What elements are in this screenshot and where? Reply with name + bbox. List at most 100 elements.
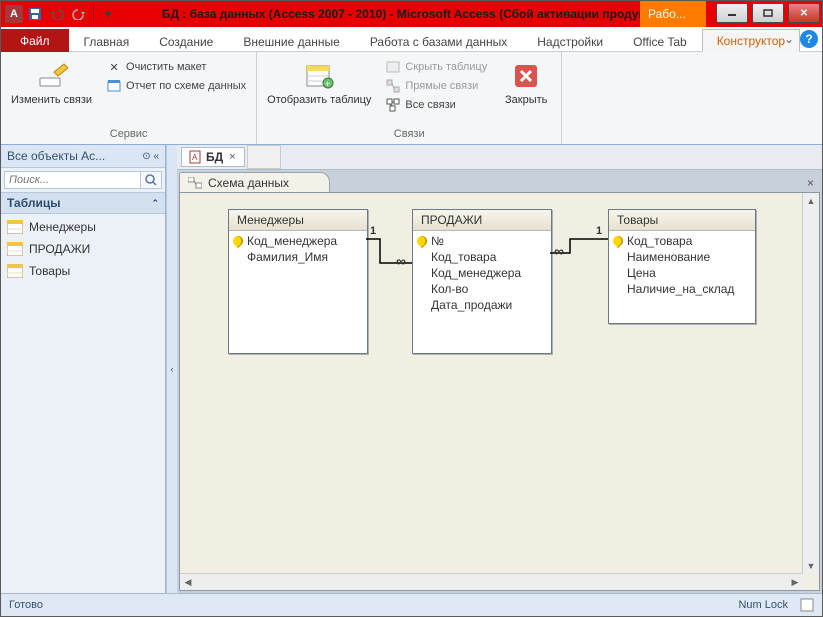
field-managers-id[interactable]: Код_менеджера [229,233,367,249]
field-label: Дата_продажи [431,298,512,312]
cardinality-one: 1 [370,225,376,237]
app-window: A ▾ БД : база данных (Access 2007 - 2010… [0,0,823,617]
quick-access-toolbar: A ▾ [1,1,118,27]
tab-external-data[interactable]: Внешние данные [228,30,355,52]
search-input[interactable] [4,171,141,189]
scroll-up-icon[interactable]: ▲ [803,193,819,209]
object-tab-label: Схема данных [208,176,289,190]
all-relations-label: Все связи [405,99,455,111]
document-tab-label: БД [206,150,223,164]
field-sales-qty[interactable]: Кол-во [413,281,551,297]
table-title[interactable]: Менеджеры [229,210,367,231]
document-tab-new[interactable] [247,145,281,169]
schema-report-icon [106,78,122,94]
undo-icon[interactable] [47,4,67,24]
field-goods-stock[interactable]: Наличие_на_склад [609,281,755,297]
field-label: Наименование [627,250,710,264]
clear-layout-icon: ✕ [106,59,122,75]
field-label: Цена [627,266,656,280]
view-shortcuts[interactable] [800,598,814,612]
hide-table-button: Скрыть таблицу [381,58,491,76]
scroll-right-icon[interactable]: ▶ [787,574,803,590]
svg-text:+: + [325,79,330,89]
field-label: № [431,234,444,248]
field-goods-price[interactable]: Цена [609,265,755,281]
tab-office-tab[interactable]: Office Tab [618,30,702,52]
show-table-button[interactable]: + Отобразить таблицу [263,58,375,108]
table-title[interactable]: ПРОДАЖИ [413,210,551,231]
tab-db-tools[interactable]: Работа с базами данных [355,30,522,52]
ribbon-group-service: Изменить связи ✕ Очистить макет Отчет по… [1,52,257,144]
field-label: Код_менеджера [431,266,521,280]
title-bar: A ▾ БД : база данных (Access 2007 - 2010… [1,1,822,27]
nav-header-dropdown-icon[interactable]: ⊙ « [142,151,159,162]
app-icon[interactable]: A [5,5,23,23]
field-sales-manager[interactable]: Код_менеджера [413,265,551,281]
nav-item-goods[interactable]: Товары [1,260,165,282]
field-managers-name[interactable]: Фамилия_Имя [229,249,367,265]
scroll-left-icon[interactable]: ◀ [180,575,196,591]
cardinality-one: 1 [596,225,602,237]
table-goods[interactable]: Товары Код_товара Наименование Цена Нали… [608,209,756,324]
table-icon [7,220,23,234]
schema-report-button[interactable]: Отчет по схеме данных [102,77,250,95]
show-table-icon: + [303,60,335,92]
edit-relationships-label: Изменить связи [11,94,92,106]
qat-customize-icon[interactable]: ▾ [98,4,118,24]
minimize-button[interactable] [716,3,748,23]
contextual-tab-header: Рабо... [640,1,706,27]
document-tab-bd[interactable]: A БД × [181,147,245,167]
save-icon[interactable] [25,4,45,24]
table-title[interactable]: Товары [609,210,755,231]
ribbon-group-relations: + Отобразить таблицу Скрыть таблицу Прям… [257,52,562,144]
vertical-scrollbar[interactable]: ▲ ▼ [802,193,819,574]
ribbon: Изменить связи ✕ Очистить макет Отчет по… [1,52,822,145]
all-relations-icon [385,97,401,113]
table-managers[interactable]: Менеджеры Код_менеджера Фамилия_Имя [228,209,368,354]
all-relations-button[interactable]: Все связи [381,96,491,114]
cardinality-many: ∞ [396,253,406,269]
table-icon [7,242,23,256]
access-file-icon: A [188,150,202,164]
field-goods-id[interactable]: Код_товара [609,233,755,249]
relationships-canvas[interactable]: Менеджеры Код_менеджера Фамилия_Имя ПРОД… [179,192,820,591]
nav-table-list: Менеджеры ПРОДАЖИ Товары [1,214,165,284]
tab-home[interactable]: Главная [69,30,145,52]
table-icon [7,264,23,278]
help-button[interactable]: ? [800,30,818,48]
nav-item-sales[interactable]: ПРОДАЖИ [1,238,165,260]
object-tab-close-button[interactable]: × [803,174,818,192]
tab-file[interactable]: Файл [1,29,69,52]
search-button[interactable] [141,171,162,189]
edit-relationships-icon [36,60,68,92]
maximize-button[interactable] [752,3,784,23]
field-sales-id[interactable]: № [413,233,551,249]
nav-group-collapse-icon[interactable]: ⌃ [151,198,159,209]
clear-layout-button[interactable]: ✕ Очистить макет [102,58,250,76]
close-relationships-button[interactable]: Закрыть [497,58,555,108]
nav-header[interactable]: Все объекты Ac... ⊙ « [1,145,165,168]
ribbon-collapse-icon[interactable]: ⌄ [782,32,796,46]
main-area: A БД × Схема данных × Менеджеры Ко [177,145,822,593]
nav-collapse-handle[interactable]: ‹ [166,145,177,593]
scroll-down-icon[interactable]: ▼ [803,558,819,574]
nav-item-managers[interactable]: Менеджеры [1,216,165,238]
tab-addins[interactable]: Надстройки [522,30,618,52]
field-sales-good[interactable]: Код_товара [413,249,551,265]
edit-relationships-button[interactable]: Изменить связи [7,58,96,108]
tab-create[interactable]: Создание [144,30,228,52]
field-label: Фамилия_Имя [247,250,328,264]
field-label: Наличие_на_склад [627,282,734,296]
nav-group-tables[interactable]: Таблицы ⌃ [1,192,165,214]
horizontal-scrollbar[interactable]: ◀ ▶ [180,573,803,590]
app-body: Все объекты Ac... ⊙ « Таблицы ⌃ Менеджер… [1,145,822,593]
object-tab-schema[interactable]: Схема данных [179,172,330,192]
direct-relations-icon [385,78,401,94]
field-sales-date[interactable]: Дата_продажи [413,297,551,313]
close-window-button[interactable]: ✕ [788,3,820,23]
table-sales[interactable]: ПРОДАЖИ № Код_товара Код_менеджера Кол-в… [412,209,552,354]
field-goods-name[interactable]: Наименование [609,249,755,265]
document-tab-close-icon[interactable]: × [227,151,237,163]
nav-search [1,168,165,192]
redo-icon[interactable] [69,4,89,24]
